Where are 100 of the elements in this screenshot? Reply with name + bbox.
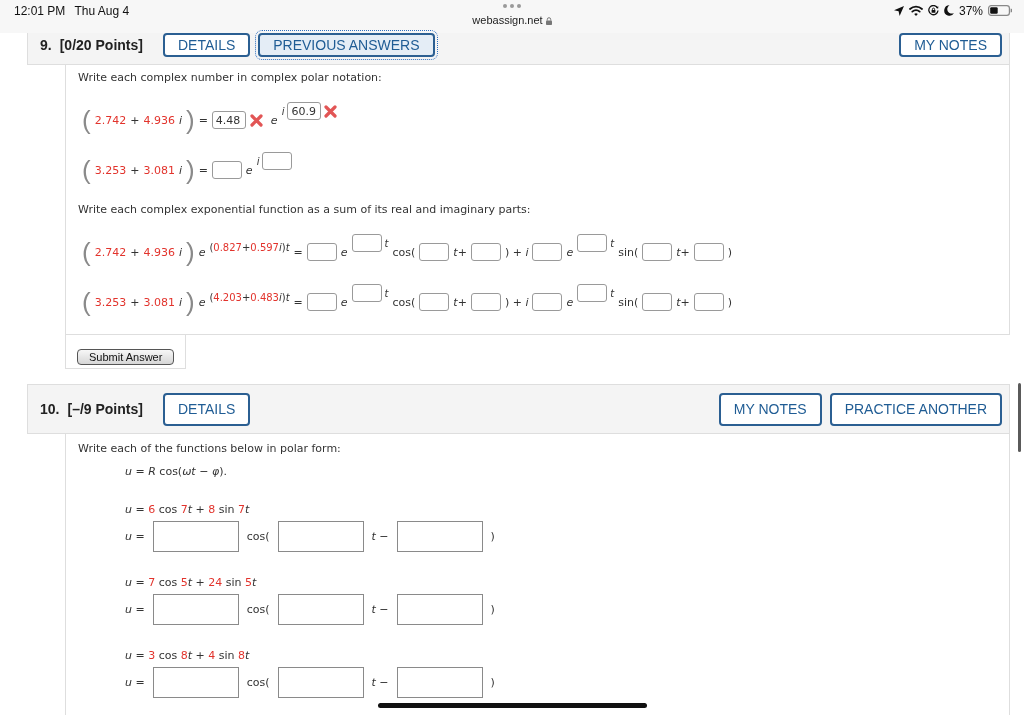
- math-text: t+: [453, 245, 467, 259]
- math-text: cos(: [246, 603, 270, 616]
- dots-icon[interactable]: [503, 4, 521, 8]
- math-text: sin(: [618, 295, 639, 309]
- math-text: ): [490, 530, 495, 543]
- math-text: t +: [187, 503, 206, 517]
- answer-field[interactable]: [306, 243, 337, 261]
- math-variable: i: [281, 105, 285, 117]
- bracket: ): [185, 239, 195, 265]
- given-number: 3: [148, 649, 156, 663]
- math-text: =: [198, 113, 208, 127]
- answer-field[interactable]: [277, 521, 364, 552]
- math-text: +: [241, 242, 251, 253]
- math-text: t −: [371, 676, 389, 689]
- math-text: +: [241, 292, 251, 303]
- math-text: t +: [187, 576, 206, 590]
- answer-field[interactable]: [532, 243, 563, 261]
- math-text: t −: [371, 603, 389, 616]
- given-number: 5: [245, 576, 253, 590]
- math-variable: e: [566, 295, 574, 309]
- question-prompt: Write each complex number in complex polar notation:: [78, 71, 383, 85]
- given-number: 3.081: [143, 163, 175, 177]
- math-variable: t: [245, 649, 250, 663]
- given-number: 5: [180, 576, 188, 590]
- given-number: 4.936: [143, 245, 175, 259]
- answer-field[interactable]: [351, 284, 382, 302]
- answer-field[interactable]: [152, 521, 239, 552]
- question-button[interactable]: PREVIOUS ANSWERS: [258, 33, 435, 57]
- math-variable: t: [384, 237, 389, 249]
- answer-field[interactable]: [642, 243, 673, 261]
- status-date: Thu Aug 4: [74, 4, 130, 18]
- math-text: u =: [125, 603, 145, 616]
- answer-field[interactable]: [396, 594, 483, 625]
- math-text: sin: [224, 576, 243, 590]
- answer-field[interactable]: [396, 521, 483, 552]
- math-text: ) + i: [504, 245, 529, 259]
- given-number: 6: [148, 503, 156, 517]
- math-text: t+: [676, 245, 690, 259]
- math-variable: i: [178, 295, 182, 309]
- math-text: +: [130, 295, 140, 309]
- math-text: cos(: [246, 530, 270, 543]
- question-button[interactable]: MY NOTES: [899, 33, 1002, 57]
- math-text: t+: [453, 295, 467, 309]
- answer-field[interactable]: 4.48: [211, 111, 246, 129]
- answer-field[interactable]: [577, 234, 608, 252]
- math-text: u = R cos(ωt − φ).: [125, 465, 227, 479]
- answer-field[interactable]: [152, 667, 239, 698]
- math-text: u =: [125, 576, 146, 590]
- question-button[interactable]: MY NOTES: [718, 392, 822, 426]
- math-variable: t: [384, 287, 389, 299]
- url-text[interactable]: webassign.net: [472, 14, 543, 27]
- answer-field[interactable]: [419, 243, 450, 261]
- math-variable: e: [245, 163, 253, 177]
- math-variable: e: [198, 245, 206, 259]
- question-button[interactable]: PRACTICE ANOTHER: [829, 392, 1002, 426]
- bracket: (: [82, 157, 91, 183]
- question-button[interactable]: DETAILS: [162, 33, 251, 57]
- math-text: +: [130, 113, 140, 127]
- bracket: (: [82, 289, 91, 315]
- math-text: sin(: [618, 245, 639, 259]
- answer-field[interactable]: [211, 161, 242, 179]
- math-variable: t: [252, 576, 257, 590]
- math-text: +: [130, 163, 140, 177]
- answer-field[interactable]: [532, 293, 563, 311]
- given-number: 7: [180, 503, 188, 517]
- math-variable: i: [178, 163, 182, 177]
- answer-field[interactable]: [642, 293, 673, 311]
- answer-field[interactable]: [351, 234, 382, 252]
- answer-field[interactable]: [419, 293, 450, 311]
- math-text: ): [727, 295, 733, 309]
- answer-field[interactable]: [277, 594, 364, 625]
- answer-field[interactable]: [470, 293, 501, 311]
- answer-field[interactable]: [277, 667, 364, 698]
- given-number: 0.827: [213, 242, 242, 253]
- battery-icon: [988, 5, 1012, 16]
- answer-field[interactable]: [470, 243, 501, 261]
- answer-field[interactable]: [152, 594, 239, 625]
- question-button[interactable]: DETAILS: [162, 392, 251, 426]
- math-text: ): [727, 245, 733, 259]
- submit-button[interactable]: Submit Answer: [77, 349, 175, 365]
- math-variable: e: [340, 245, 348, 259]
- status-time: 12:01 PM: [14, 4, 66, 18]
- given-number: 3.253: [94, 163, 127, 177]
- answer-field[interactable]: [693, 243, 724, 261]
- given-number: 0.483: [250, 292, 279, 303]
- battery-percent: 37%: [958, 3, 983, 18]
- answer-field[interactable]: [262, 152, 293, 170]
- answer-field[interactable]: [577, 284, 608, 302]
- answer-field[interactable]: 60.9: [287, 102, 322, 120]
- given-number: 8: [208, 503, 216, 517]
- math-variable: e: [270, 113, 278, 127]
- answer-field[interactable]: [306, 293, 337, 311]
- math-text: =: [198, 163, 208, 177]
- question-prompt: Write each of the functions below in polar form:: [78, 442, 342, 456]
- given-number: 7: [238, 503, 246, 517]
- answer-field[interactable]: [693, 293, 724, 311]
- given-number: 7: [148, 576, 156, 590]
- scrollbar[interactable]: [1018, 383, 1021, 452]
- answer-field[interactable]: [396, 667, 483, 698]
- bracket: ): [185, 289, 195, 315]
